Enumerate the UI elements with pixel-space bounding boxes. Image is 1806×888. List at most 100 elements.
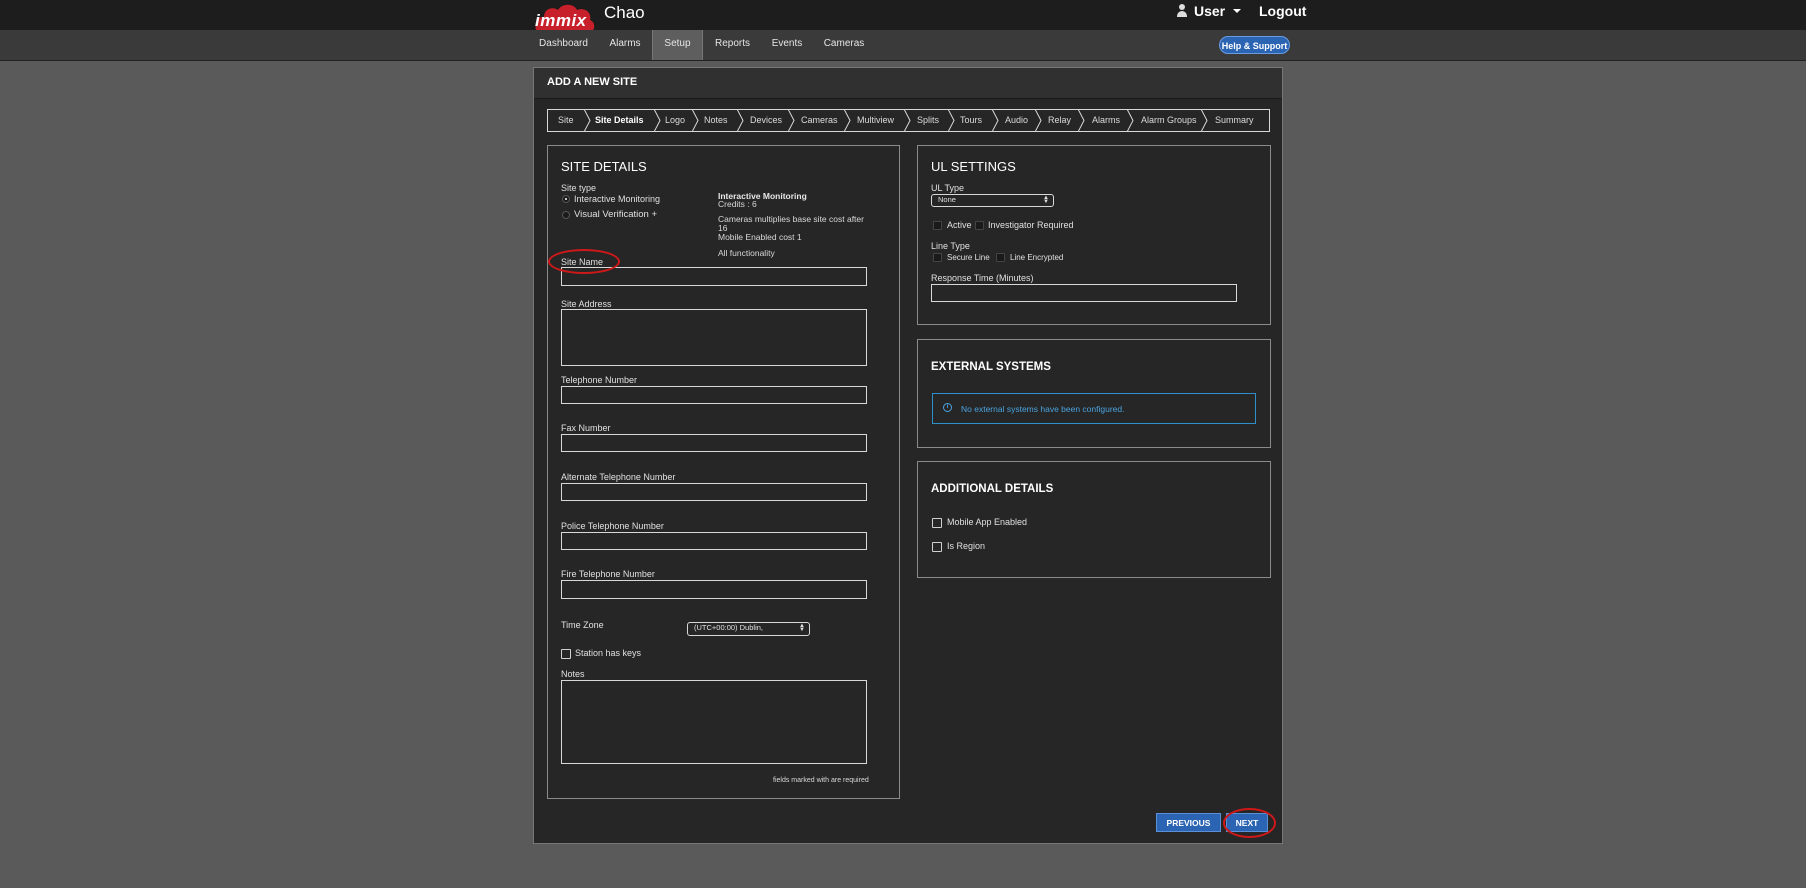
- select-arrows-icon: ▲ ▼: [799, 623, 805, 633]
- is-region-label: Is Region: [947, 541, 986, 551]
- response-time-label: Response Time (Minutes): [931, 273, 1034, 283]
- step-alarm-groups[interactable]: Alarm Groups: [1141, 109, 1197, 132]
- nav-bar: [0, 30, 1806, 61]
- radio-visual-verification-label: Visual Verification +: [574, 209, 657, 220]
- radio-visual-verification[interactable]: [562, 211, 570, 219]
- chevron-right-icon: [843, 109, 851, 132]
- time-zone-label: Time Zone: [561, 620, 604, 630]
- logout-link[interactable]: Logout: [1259, 3, 1306, 19]
- step-tours[interactable]: Tours: [960, 109, 982, 132]
- step-logo[interactable]: Logo: [665, 109, 685, 132]
- line-type-label: Line Type: [931, 241, 970, 251]
- fire-telephone-label: Fire Telephone Number: [561, 569, 655, 579]
- chevron-right-icon: [787, 109, 795, 132]
- station-keys-label: Station has keys: [575, 648, 642, 658]
- police-telephone-input[interactable]: [561, 532, 867, 550]
- select-arrows-icon: ▲ ▼: [1043, 195, 1049, 205]
- telephone-label: Telephone Number: [561, 375, 638, 385]
- mobile-app-checkbox[interactable]: [932, 518, 942, 528]
- step-site[interactable]: Site: [558, 109, 574, 132]
- time-zone-select[interactable]: (UTC+00:00) Dublin, ▲ ▼: [687, 622, 810, 636]
- external-systems-title: EXTERNAL SYSTEMS: [931, 361, 1051, 373]
- response-time-input[interactable]: [931, 284, 1237, 302]
- radio-interactive-monitoring-label: Interactive Monitoring: [574, 194, 661, 204]
- fax-input[interactable]: [561, 434, 867, 452]
- telephone-input[interactable]: [561, 386, 867, 404]
- additional-details-title: ADDITIONAL DETAILS: [931, 483, 1054, 495]
- user-menu[interactable]: User: [1176, 3, 1242, 19]
- is-region-checkbox[interactable]: [932, 542, 942, 552]
- step-multiview[interactable]: Multiview: [857, 109, 894, 132]
- step-splits[interactable]: Splits: [917, 109, 939, 132]
- site-address-input[interactable]: [561, 309, 867, 366]
- chevron-right-icon: [1200, 109, 1208, 132]
- nav-item-reports[interactable]: Reports: [712, 30, 753, 60]
- panel-header: [534, 68, 1282, 99]
- secure-line-checkbox[interactable]: [933, 253, 942, 262]
- required-note: fields marked with are required: [773, 776, 869, 785]
- ul-settings-title: UL SETTINGS: [931, 159, 1016, 174]
- nav-item-events[interactable]: Events: [770, 30, 804, 60]
- fax-label: Fax Number: [561, 423, 611, 433]
- site-address-label: Site Address: [561, 299, 612, 309]
- active-checkbox[interactable]: [933, 221, 942, 230]
- investigator-checkbox[interactable]: [975, 221, 984, 230]
- line-encrypted-label: Line Encrypted: [1010, 253, 1064, 262]
- chevron-right-icon: [991, 109, 999, 132]
- fire-telephone-input[interactable]: [561, 580, 867, 599]
- radio-interactive-monitoring[interactable]: [562, 195, 570, 203]
- required-note-prefix: fields marked with: [773, 777, 830, 784]
- chevron-right-icon: [1034, 109, 1042, 132]
- nav-item-alarms[interactable]: Alarms: [604, 30, 646, 60]
- info-icon: i: [943, 403, 952, 412]
- step-site-details[interactable]: Site Details: [595, 109, 644, 132]
- site-details-title: SITE DETAILS: [561, 159, 647, 174]
- ul-type-select[interactable]: None ▲ ▼: [931, 194, 1054, 207]
- chevron-right-icon: [903, 109, 911, 132]
- chevron-right-icon: [947, 109, 955, 132]
- site-type-label: Site type: [561, 183, 597, 193]
- user-icon: [1176, 4, 1188, 18]
- caret-down-icon: [1233, 9, 1242, 13]
- secure-line-label: Secure Line: [947, 253, 990, 262]
- site-name-annotation-circle: [548, 249, 620, 274]
- station-keys-checkbox[interactable]: [561, 649, 571, 659]
- mobile-app-label: Mobile App Enabled: [947, 517, 1028, 527]
- ul-type-label: UL Type: [931, 183, 965, 193]
- step-summary[interactable]: Summary: [1215, 109, 1254, 132]
- chevron-right-icon: [583, 109, 591, 132]
- site-type-info-credits: Credits : 6: [718, 199, 757, 209]
- line-encrypted-checkbox[interactable]: [996, 253, 1005, 262]
- chevron-right-icon: [691, 109, 699, 132]
- site-type-info-cameras: Cameras multiplies base site cost after: [718, 214, 864, 224]
- nav-item-dashboard[interactable]: Dashboard: [536, 30, 591, 60]
- notes-input[interactable]: [561, 680, 867, 764]
- previous-button[interactable]: PREVIOUS: [1156, 813, 1221, 832]
- step-cameras[interactable]: Cameras: [801, 109, 838, 132]
- time-zone-value: (UTC+00:00) Dublin,: [694, 623, 763, 632]
- required-note-suffix: are required: [830, 777, 869, 784]
- police-telephone-label: Police Telephone Number: [561, 521, 664, 531]
- step-relay[interactable]: Relay: [1048, 109, 1071, 132]
- help-support-button[interactable]: Help & Support: [1219, 36, 1290, 54]
- site-title: Chao: [604, 3, 645, 22]
- step-audio[interactable]: Audio: [1005, 109, 1028, 132]
- step-notes[interactable]: Notes: [704, 109, 728, 132]
- alt-telephone-input[interactable]: [561, 483, 867, 501]
- nav-item-cameras[interactable]: Cameras: [823, 30, 865, 60]
- logo-text[interactable]: immix: [535, 11, 587, 31]
- chevron-right-icon: [1077, 109, 1085, 132]
- step-alarms[interactable]: Alarms: [1092, 109, 1120, 132]
- external-systems-notice-text: No external systems have been configured…: [961, 404, 1125, 414]
- alt-telephone-label: Alternate Telephone Number: [561, 472, 676, 482]
- top-bar: [0, 0, 1806, 30]
- nav-item-setup[interactable]: Setup: [652, 30, 703, 60]
- user-menu-label: User: [1194, 3, 1226, 19]
- chevron-right-icon: [736, 109, 744, 132]
- chevron-right-icon: [1126, 109, 1134, 132]
- active-label: Active: [947, 220, 972, 230]
- chevron-right-icon: [653, 109, 661, 132]
- site-type-info-functionality: All functionality: [718, 248, 775, 258]
- notes-label: Notes: [561, 669, 585, 679]
- step-devices[interactable]: Devices: [750, 109, 782, 132]
